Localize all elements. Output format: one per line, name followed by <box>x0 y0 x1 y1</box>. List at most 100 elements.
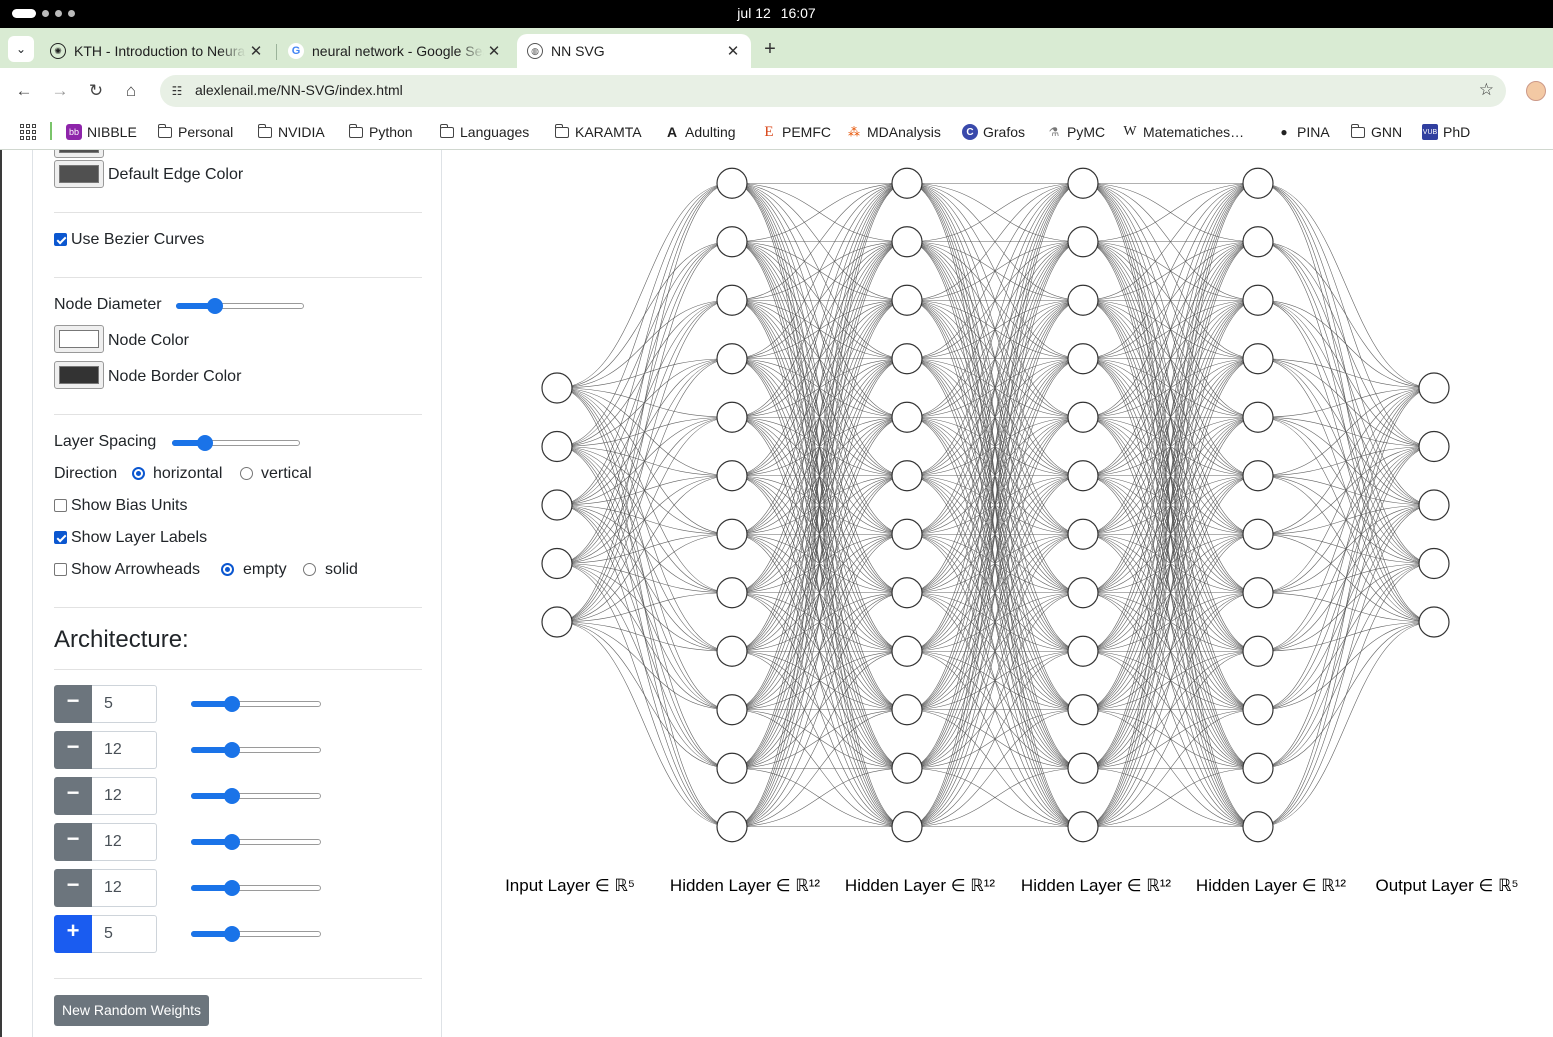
tab-strip: ⌄ ✺ KTH - Introduction to Neural Network… <box>0 28 1553 68</box>
home-icon[interactable]: ⌂ <box>118 78 144 104</box>
bookmark-languages[interactable]: Languages <box>439 122 529 142</box>
layer-size-slider[interactable] <box>191 696 321 712</box>
add-layer-button[interactable]: + <box>54 915 92 953</box>
close-icon[interactable]: ✕ <box>723 42 743 60</box>
bookmark-mdanalysis[interactable]: ⁂ MDAnalysis <box>846 122 941 142</box>
bookmark-pemfc[interactable]: E PEMFC <box>761 122 831 142</box>
bookmark-personal[interactable]: Personal <box>157 122 233 142</box>
network-diagram: Input Layer ∈ ℝ⁵ Hidden Layer ∈ ℝ¹² Hidden… <box>442 150 1553 1037</box>
bookmark-adulting[interactable]: A Adulting <box>664 122 736 142</box>
show-bias-checkbox[interactable] <box>54 499 67 512</box>
layer-size-slider[interactable] <box>191 742 321 758</box>
layer-size-input[interactable]: 5 <box>92 915 157 953</box>
tab-google[interactable]: G neural network - Google Search ✕ <box>278 34 512 68</box>
show-layer-labels-checkbox[interactable] <box>54 531 67 544</box>
reload-icon[interactable]: ↻ <box>83 78 109 104</box>
bookmark-karamta[interactable]: KARAMTA <box>554 122 642 142</box>
bookmark-phd[interactable]: VUB PhD <box>1422 122 1470 142</box>
node <box>1242 694 1274 726</box>
tab-kth[interactable]: ✺ KTH - Introduction to Neural Networks … <box>40 34 274 68</box>
node-diameter-label: Node Diameter <box>54 296 162 313</box>
layer-spacing-label: Layer Spacing <box>54 433 157 450</box>
layer-size-slider[interactable] <box>191 788 321 804</box>
adulting-icon: A <box>666 124 678 140</box>
node <box>1242 226 1274 258</box>
bookmark-star-icon[interactable]: ☆ <box>1479 80 1494 100</box>
node <box>1242 577 1274 609</box>
arrow-solid-radio[interactable] <box>303 563 316 576</box>
layer-size-slider[interactable] <box>191 880 321 896</box>
layer-size-input[interactable]: 5 <box>92 685 157 723</box>
show-bias-label: Show Bias Units <box>71 497 188 514</box>
layer-size-slider[interactable] <box>191 834 321 850</box>
node <box>891 284 923 316</box>
os-time: 16:07 <box>780 5 816 21</box>
arrow-empty-radio[interactable] <box>221 563 234 576</box>
edge <box>556 299 733 623</box>
bookmark-nibble[interactable]: bb NIBBLE <box>66 122 137 142</box>
url-text[interactable]: alexlenail.me/NN-SVG/index.html <box>195 82 403 98</box>
node <box>1242 752 1274 784</box>
default-edge-color-label: Default Edge Color <box>108 166 244 183</box>
direction-horizontal-radio[interactable] <box>132 467 145 480</box>
edge <box>1257 299 1435 389</box>
remove-layer-button[interactable]: − <box>54 731 92 769</box>
node <box>891 226 923 258</box>
direction-vertical-radio[interactable] <box>240 467 253 480</box>
remove-layer-button[interactable]: − <box>54 777 92 815</box>
new-random-weights-button[interactable]: New Random Weights <box>54 995 210 1026</box>
node <box>1067 343 1099 375</box>
new-tab-button[interactable]: + <box>758 36 782 62</box>
os-top-bar: jul 12 16:07 <box>0 0 1553 28</box>
remove-layer-button[interactable]: − <box>54 685 92 723</box>
tab-nn-svg[interactable]: ◍ NN SVG ✕ <box>517 34 751 68</box>
edge <box>556 241 733 623</box>
node-diameter-slider[interactable] <box>176 298 304 314</box>
default-edge-color-swatch[interactable] <box>54 160 104 188</box>
bookmark-grafos[interactable]: C Grafos <box>962 122 1025 142</box>
layer-spacing-slider[interactable] <box>172 435 300 451</box>
address-bar[interactable]: ☷ alexlenail.me/NN-SVG/index.html ☆ <box>160 75 1506 107</box>
bookmark-matematiches[interactable]: W Matematiches… <box>1122 122 1244 142</box>
layer-size-input[interactable]: 12 <box>92 869 157 907</box>
node <box>1067 811 1099 843</box>
show-arrowheads-checkbox[interactable] <box>54 563 67 576</box>
edge <box>556 621 733 711</box>
close-icon[interactable]: ✕ <box>484 42 504 60</box>
edge <box>1257 182 1435 389</box>
apps-grid-icon[interactable] <box>20 124 36 140</box>
node-color-swatch[interactable] <box>54 325 104 353</box>
bookmark-pina[interactable]: ● PINA <box>1276 122 1329 142</box>
bookmark-gnn[interactable]: GNN <box>1350 122 1402 142</box>
close-icon[interactable]: ✕ <box>246 42 266 60</box>
edge-width-swatch[interactable] <box>54 150 104 158</box>
back-icon[interactable]: ← <box>11 78 37 104</box>
node <box>891 635 923 667</box>
edge <box>556 182 733 447</box>
edge <box>1257 387 1435 769</box>
node-border-color-swatch[interactable] <box>54 361 104 389</box>
edge <box>1257 387 1435 652</box>
edge <box>731 182 908 594</box>
bookmark-nvidia[interactable]: NVIDIA <box>257 122 325 142</box>
bookmark-pymc[interactable]: ⚗ PyMC <box>1046 122 1106 142</box>
site-info-icon[interactable]: ☷ <box>168 82 186 100</box>
bezier-checkbox[interactable] <box>54 233 67 246</box>
layer-size-input[interactable]: 12 <box>92 823 157 861</box>
tab-list-button[interactable]: ⌄ <box>8 36 34 62</box>
forward-icon[interactable]: → <box>47 78 73 104</box>
folder-icon <box>439 123 455 140</box>
layer-size-slider[interactable] <box>191 926 321 942</box>
node <box>1418 430 1450 463</box>
remove-layer-button[interactable]: − <box>54 823 92 861</box>
network-svg <box>541 167 1450 843</box>
os-clock[interactable]: jul 12 16:07 <box>0 5 1553 21</box>
layer-label: Output Layer ∈ ℝ⁵ <box>1375 876 1519 895</box>
bookmark-python[interactable]: Python <box>348 122 413 142</box>
edge <box>556 621 733 652</box>
layer-size-input[interactable]: 12 <box>92 731 157 769</box>
node <box>716 635 748 667</box>
remove-layer-button[interactable]: − <box>54 869 92 907</box>
layer-size-input[interactable]: 12 <box>92 777 157 815</box>
profile-avatar[interactable] <box>1526 81 1546 101</box>
